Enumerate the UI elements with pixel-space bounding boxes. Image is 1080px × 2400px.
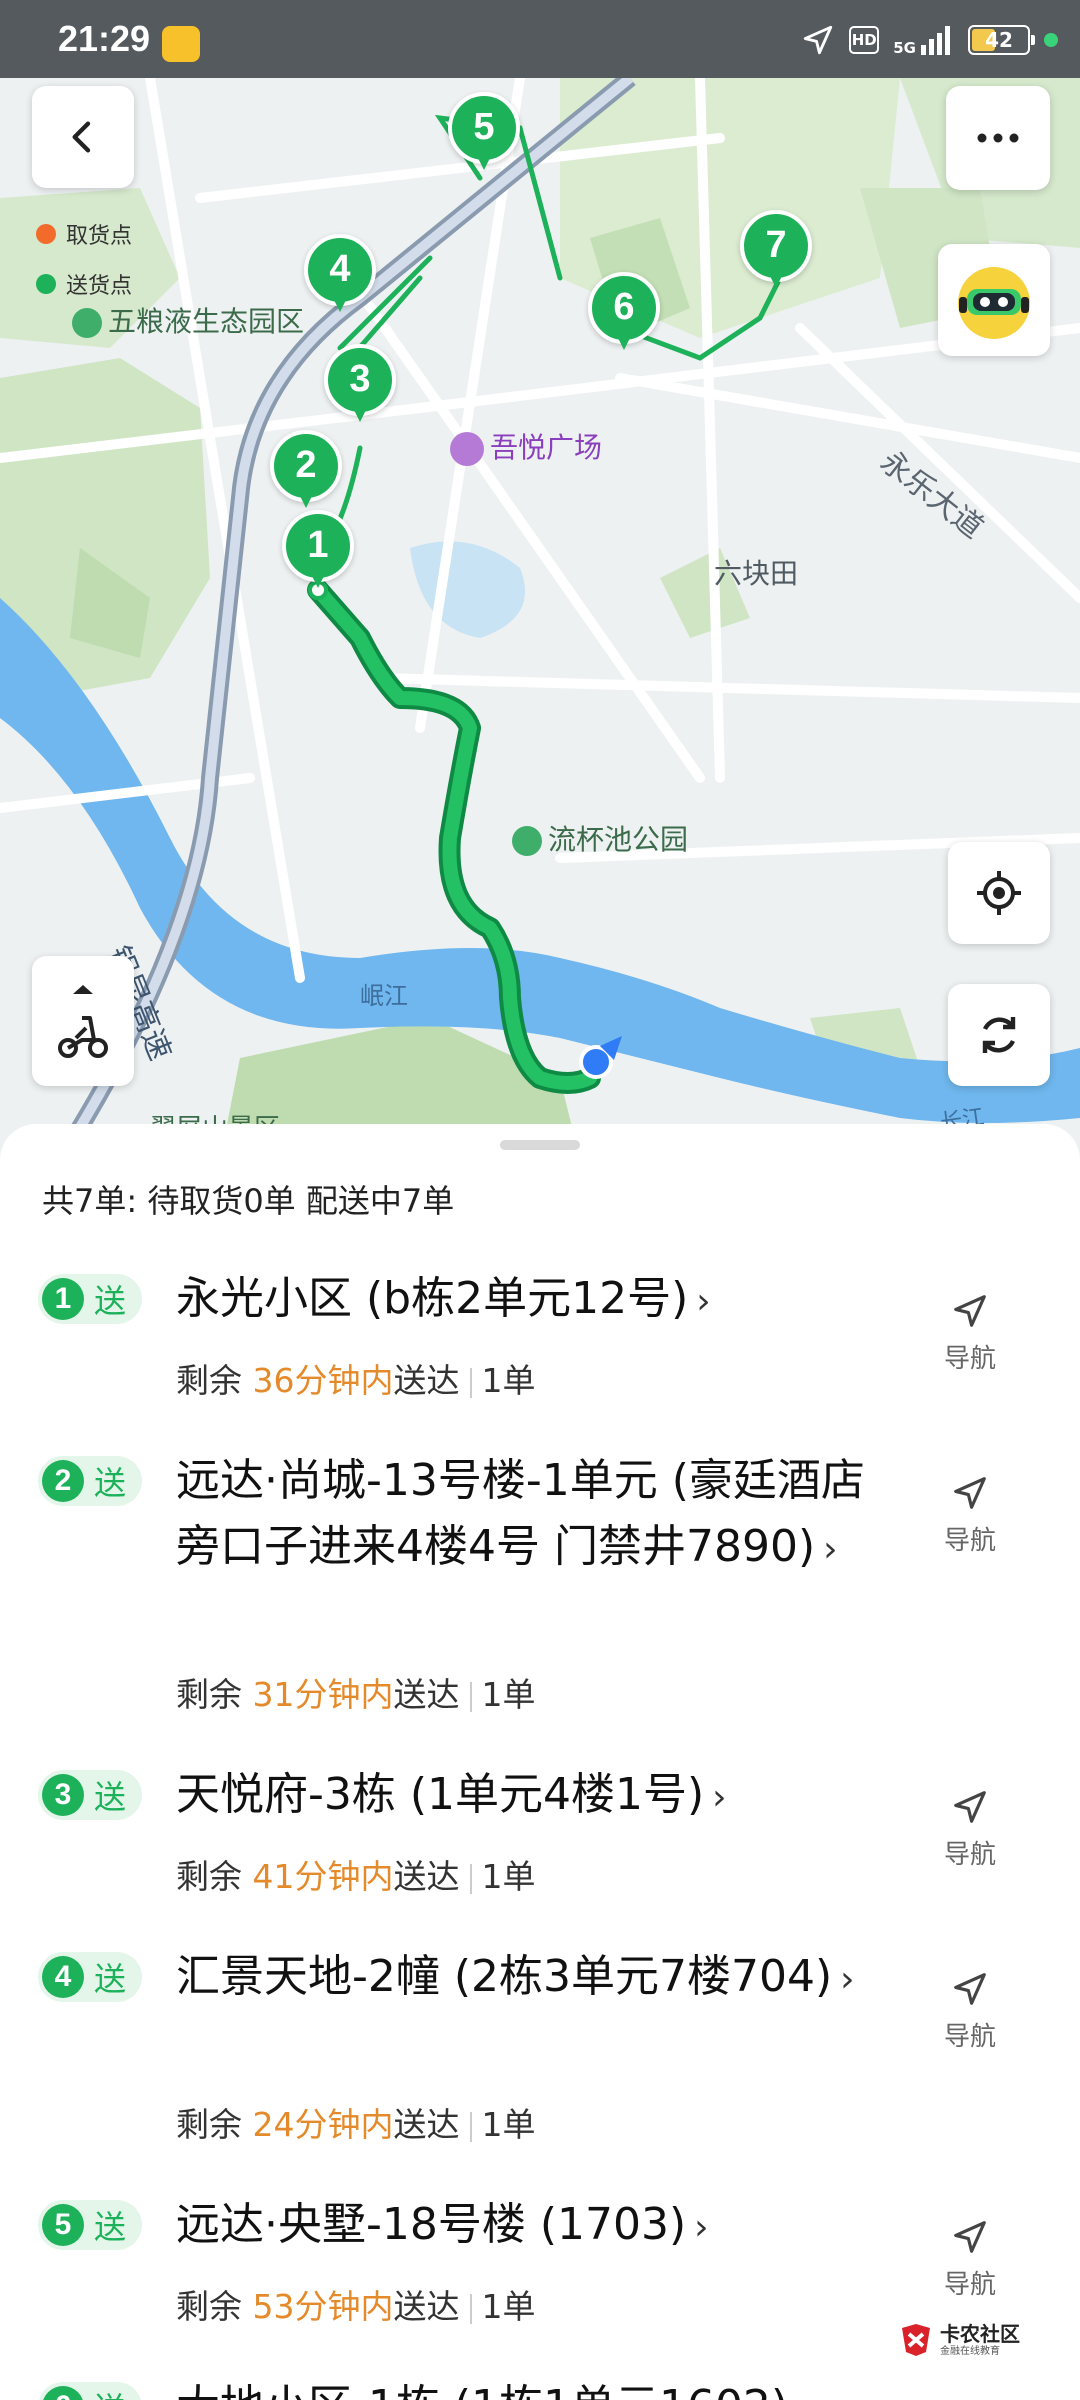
shopping-icon	[450, 432, 484, 466]
order-address[interactable]: 大地小区-1栋 (1栋1单元1602)	[176, 2380, 876, 2400]
hd-icon: HD	[849, 26, 880, 54]
navigate-icon	[954, 1295, 986, 1327]
navigate-icon	[954, 1791, 986, 1823]
chevron-right-icon: ›	[823, 1529, 838, 1570]
map-view[interactable]: 取货点 送货点 五粮液生态园区 吾悦广场 六块田 流杯池公园 岷江 银昆高速 永…	[0, 78, 1080, 1160]
battery-level: 42	[985, 28, 1013, 52]
map-label-wuyue: 吾悦广场	[450, 426, 602, 466]
chevron-right-icon: ›	[712, 1777, 727, 1818]
order-address[interactable]: 永光小区 (b栋2单元12号) ›	[176, 1266, 876, 1335]
pickup-dot-icon	[36, 224, 56, 244]
navigate-icon	[954, 1477, 986, 1509]
watermark-icon	[902, 2324, 930, 2356]
green-dot-icon	[1044, 33, 1058, 47]
status-bar: 21:29 HD 5G 42	[0, 0, 1080, 78]
order-address[interactable]: 汇景天地-2幢 (2栋3单元7楼704) ›	[176, 1944, 876, 2013]
more-icon	[977, 133, 1019, 143]
navigate-button[interactable]: 导航	[940, 1970, 1000, 2053]
status-time: 21:29	[58, 18, 151, 59]
route-marker-5[interactable]: 5	[448, 92, 520, 176]
status-icons: HD 5G 42	[801, 18, 1058, 62]
map-label-liubeichi: 流杯池公园	[512, 818, 688, 858]
map-label-wuliangye: 五粮液生态园区	[72, 300, 304, 340]
delivery-dot-icon	[36, 274, 56, 294]
navigate-button[interactable]: 导航	[940, 1474, 1000, 1557]
chevron-right-icon: ›	[840, 1959, 855, 2000]
orders-sheet[interactable]: 共7单: 待取货0单 配送中7单 1送 永光小区 (b栋2单元12号) › 剩余 …	[0, 1124, 1080, 2400]
locate-icon	[977, 871, 1021, 915]
order-tag: 3送	[38, 1770, 143, 1820]
order-tag: 1送	[38, 1274, 143, 1324]
navigate-icon	[954, 2221, 986, 2253]
order-address[interactable]: 远达·尚城-13号楼-1单元 (豪廷酒店旁口子进来4楼4号 门禁井7890) ›	[176, 1448, 876, 1583]
park-icon	[72, 308, 102, 338]
chevron-right-icon: ›	[696, 1281, 711, 1322]
refresh-icon	[982, 1017, 1016, 1053]
battery-icon: 42	[968, 25, 1035, 55]
order-meta: 剩余 41分钟内送达 1单	[176, 1857, 536, 1896]
route-marker-6[interactable]: 6	[588, 272, 660, 356]
order-item-6[interactable]: 6送 大地小区-1栋 (1栋1单元1602)	[0, 2380, 1080, 2400]
order-address[interactable]: 远达·央墅-18号楼 (1703) ›	[176, 2192, 876, 2261]
location-arrow-icon	[804, 25, 833, 55]
route-marker-2[interactable]: 2	[270, 430, 342, 514]
route-marker-1[interactable]: 1	[282, 510, 354, 594]
scooter-icon	[58, 1016, 108, 1058]
route-marker-4[interactable]: 4	[304, 234, 376, 318]
orders-summary: 共7单: 待取货0单 配送中7单	[42, 1182, 455, 1220]
navigate-button[interactable]: 导航	[940, 1788, 1000, 1871]
refresh-button[interactable]	[948, 984, 1050, 1086]
map-label-minjiang: 岷江	[360, 982, 408, 1010]
legend-pickup: 取货点	[36, 218, 132, 250]
back-button[interactable]	[32, 86, 134, 188]
order-tag: 5送	[38, 2200, 143, 2250]
order-item-1[interactable]: 1送 永光小区 (b栋2单元12号) › 剩余 36分钟内送达 1单 导航	[0, 1272, 1080, 1422]
assistant-button[interactable]	[938, 244, 1050, 356]
signal-icon: 5G	[893, 25, 954, 56]
order-address[interactable]: 天悦府-3栋 (1单元4楼1号) ›	[176, 1762, 876, 1831]
sheet-drag-handle[interactable]	[500, 1140, 580, 1150]
order-item-3[interactable]: 3送 天悦府-3栋 (1单元4楼1号) › 剩余 41分钟内送达 1单 导航	[0, 1768, 1080, 1918]
order-meta: 剩余 24分钟内送达 1单	[176, 2105, 536, 2144]
order-tag: 2送	[38, 1456, 143, 1506]
navigate-button[interactable]: 导航	[940, 2218, 1000, 2301]
locate-button[interactable]	[948, 842, 1050, 944]
map-label-liukuaitian: 六块田	[714, 557, 799, 590]
chevron-up-icon	[73, 985, 93, 994]
route-marker-3[interactable]: 3	[324, 344, 396, 428]
assistant-icon	[958, 267, 1030, 339]
order-meta: 剩余 31分钟内送达 1单	[176, 1675, 536, 1714]
route-marker-7[interactable]: 7	[740, 210, 812, 294]
back-icon	[72, 121, 91, 153]
legend-delivery: 送货点	[36, 268, 132, 300]
order-meta: 剩余 36分钟内送达 1单	[176, 1361, 536, 1400]
order-item-4[interactable]: 4送 汇景天地-2幢 (2栋3单元7楼704) › 剩余 24分钟内送达 1单 导航	[0, 1950, 1080, 2150]
order-meta: 剩余 53分钟内送达 1单	[176, 2287, 536, 2326]
order-tag: 4送	[38, 1952, 143, 2002]
more-button[interactable]	[946, 86, 1050, 190]
navigate-icon	[954, 1973, 986, 2005]
chevron-right-icon: ›	[694, 2207, 709, 2248]
vehicle-mode-button[interactable]	[32, 956, 134, 1086]
watermark-logo: 卡农社区 金融在线教育	[898, 2318, 1028, 2362]
order-item-2[interactable]: 2送 远达·尚城-13号楼-1单元 (豪廷酒店旁口子进来4楼4号 门禁井7890…	[0, 1454, 1080, 1714]
notification-app-icon	[162, 26, 200, 62]
order-tag: 6送	[38, 2382, 143, 2400]
navigate-button[interactable]: 导航	[940, 1292, 1000, 1375]
park-icon	[512, 826, 542, 856]
